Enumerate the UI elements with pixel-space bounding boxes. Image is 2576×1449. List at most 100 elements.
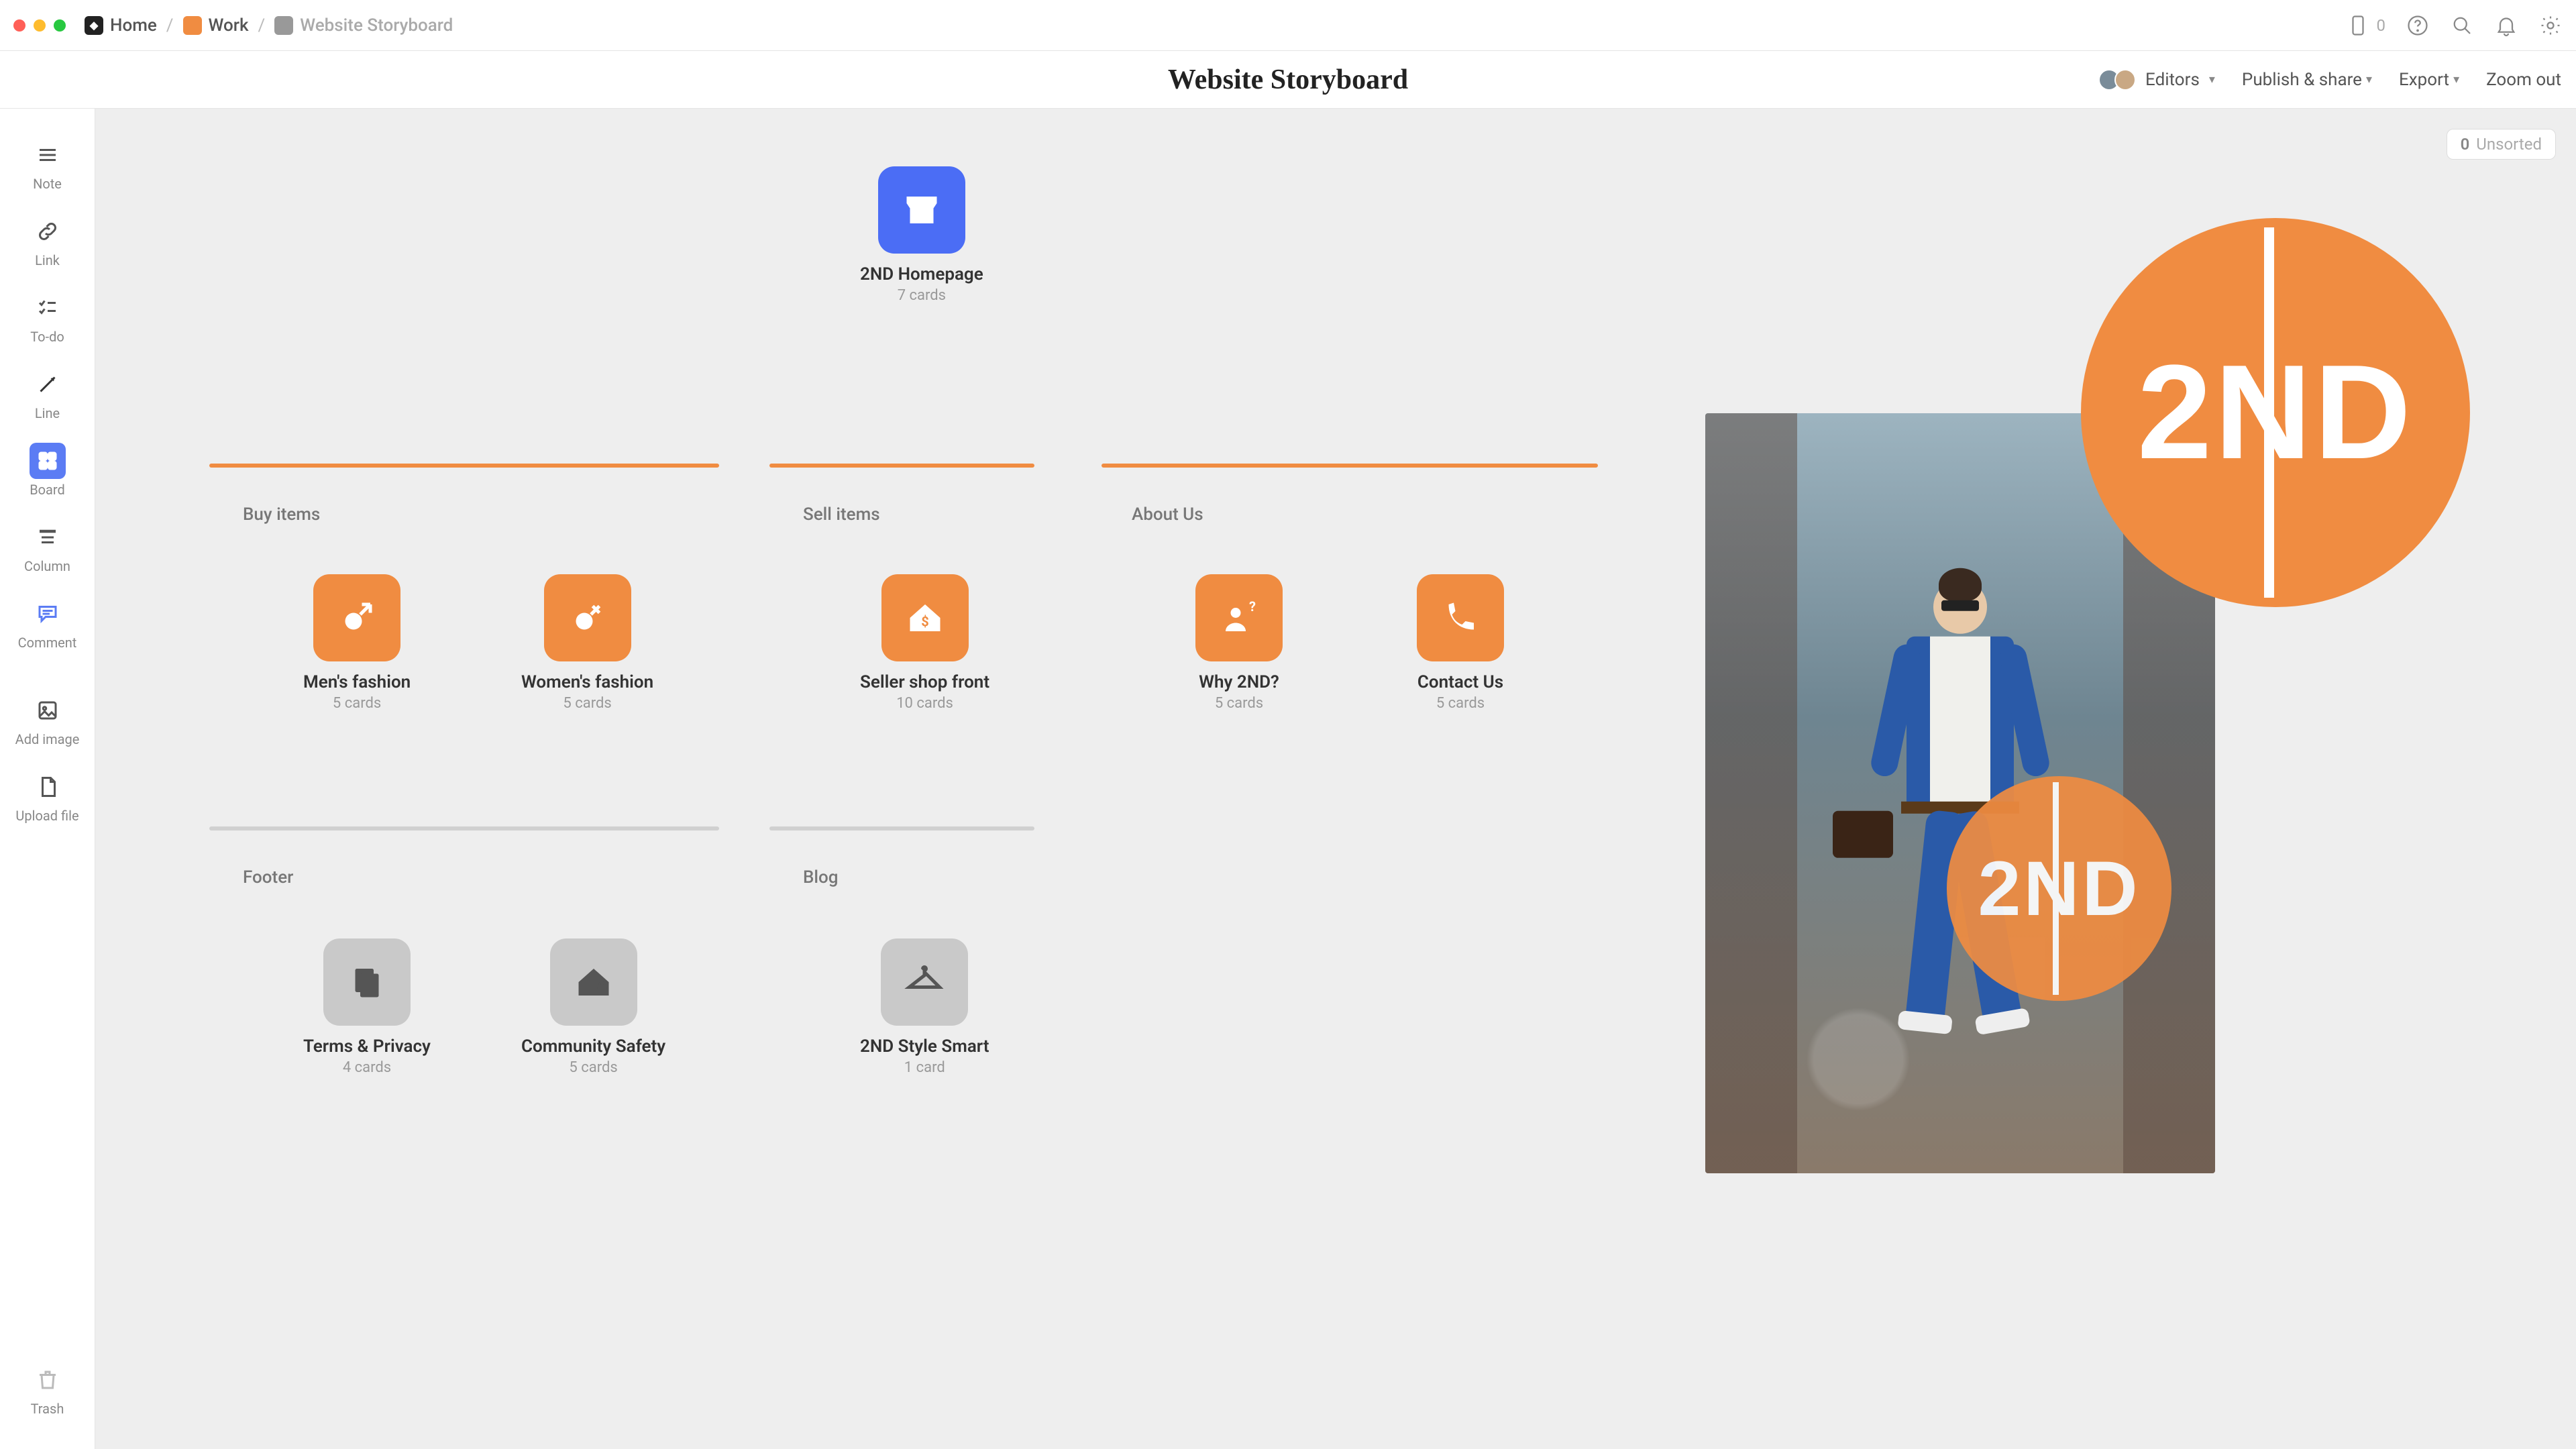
comment-icon: [30, 596, 66, 632]
close-window-button[interactable]: [13, 19, 25, 32]
breadcrumb-page-label: Website Storyboard: [300, 15, 453, 36]
board-seller-shop[interactable]: $ Seller shop front 10 cards: [860, 574, 989, 712]
header-bar: Website Storyboard Editors ▾ Publish & s…: [0, 51, 2576, 109]
board-title: Community Safety: [521, 1036, 665, 1057]
publish-label: Publish & share: [2242, 70, 2362, 90]
board-title: Why 2ND?: [1199, 672, 1279, 692]
traffic-lights: [13, 19, 66, 32]
board-count: 5 cards: [563, 695, 611, 712]
board-count: 5 cards: [569, 1059, 617, 1076]
board-title: Women's fashion: [521, 672, 653, 692]
tool-link-label: Link: [35, 252, 60, 268]
tool-comment[interactable]: Comment: [14, 588, 81, 663]
page-title: Website Storyboard: [1168, 64, 1408, 96]
board-mens-fashion[interactable]: Men's fashion 5 cards: [303, 574, 411, 712]
breadcrumb-work[interactable]: Work: [183, 15, 249, 36]
minimize-window-button[interactable]: [34, 19, 46, 32]
section-buy-label: Buy items: [243, 504, 320, 525]
maximize-window-button[interactable]: [54, 19, 66, 32]
note-icon: [30, 137, 66, 173]
unsorted-label: Unsorted: [2476, 135, 2542, 154]
zoom-out-label: Zoom out: [2486, 70, 2561, 90]
board-title: Men's fashion: [303, 672, 411, 692]
tool-trash[interactable]: Trash: [14, 1354, 81, 1429]
breadcrumb-separator: /: [258, 15, 266, 36]
board-count: 5 cards: [1215, 695, 1263, 712]
board-title: Contact Us: [1417, 672, 1503, 692]
folder-icon: [183, 16, 202, 35]
search-icon[interactable]: [2450, 13, 2474, 38]
brand-logo-small[interactable]: 2ND: [1947, 776, 2171, 1001]
chevron-down-icon: ▾: [2209, 72, 2215, 87]
section-divider: [769, 464, 1034, 468]
tool-upload-file[interactable]: Upload file: [14, 761, 81, 836]
board-terms-privacy[interactable]: Terms & Privacy 4 cards: [303, 938, 431, 1076]
board-why-2nd[interactable]: ? Why 2ND? 5 cards: [1195, 574, 1283, 712]
tool-add-image-label: Add image: [15, 731, 80, 747]
editors-dropdown[interactable]: Editors ▾: [2098, 69, 2215, 91]
tool-trash-label: Trash: [31, 1401, 64, 1417]
tool-link[interactable]: Link: [14, 205, 81, 280]
avatar: [2114, 69, 2136, 91]
export-dropdown[interactable]: Export ▾: [2399, 70, 2459, 90]
male-icon: [313, 574, 400, 661]
board-womens-fashion[interactable]: Women's fashion 5 cards: [521, 574, 653, 712]
section-footer-label: Footer: [243, 867, 293, 888]
storefront-icon: [878, 166, 965, 254]
board-count: 4 cards: [343, 1059, 391, 1076]
documents-icon: [323, 938, 411, 1026]
breadcrumb: ◆ Home / Work / Website Storyboard: [85, 15, 453, 36]
svg-text:$: $: [921, 614, 928, 630]
breadcrumb-page[interactable]: Website Storyboard: [274, 15, 453, 36]
breadcrumb-home[interactable]: ◆ Home: [85, 15, 157, 36]
board-count: 5 cards: [1436, 695, 1485, 712]
tool-board[interactable]: Board: [14, 435, 81, 510]
section-blog-label: Blog: [803, 867, 839, 888]
window-topbar: ◆ Home / Work / Website Storyboard 0: [0, 0, 2576, 51]
export-label: Export: [2399, 70, 2449, 90]
publish-share-dropdown[interactable]: Publish & share ▾: [2242, 70, 2372, 90]
board-title: 2ND Style Smart: [860, 1036, 989, 1057]
house-lock-icon: [550, 938, 637, 1026]
section-sell-label: Sell items: [803, 504, 880, 525]
tool-column[interactable]: Column: [14, 511, 81, 586]
todo-icon: [30, 290, 66, 326]
board-contact-us[interactable]: Contact Us 5 cards: [1417, 574, 1504, 712]
board-count: 5 cards: [333, 695, 381, 712]
canvas[interactable]: 0 Unsorted 2ND Homepage 7 cards Buy item…: [95, 109, 2576, 1449]
board-community-safety[interactable]: Community Safety 5 cards: [521, 938, 665, 1076]
device-count: 0: [2377, 16, 2386, 35]
board-count: 10 cards: [896, 695, 953, 712]
unsorted-count: 0: [2461, 135, 2470, 154]
tool-note-label: Note: [33, 176, 62, 192]
zoom-out-button[interactable]: Zoom out: [2486, 70, 2561, 90]
settings-icon[interactable]: [2538, 13, 2563, 38]
tool-sidebar: Note Link To-do Line Board Column Commen…: [0, 109, 95, 1449]
image-icon: [30, 692, 66, 729]
svg-text:?: ?: [1249, 598, 1256, 614]
board-style-smart[interactable]: 2ND Style Smart 1 card: [860, 938, 989, 1076]
board-homepage[interactable]: 2ND Homepage 7 cards: [860, 166, 983, 304]
section-divider: [209, 826, 719, 830]
device-icon[interactable]: [2346, 13, 2370, 38]
breadcrumb-work-label: Work: [209, 15, 249, 36]
tool-todo-label: To-do: [30, 329, 64, 345]
unsorted-badge[interactable]: 0 Unsorted: [2447, 129, 2556, 160]
board-count: 7 cards: [898, 287, 946, 304]
help-icon[interactable]: [2406, 13, 2430, 38]
board-title: Terms & Privacy: [303, 1036, 431, 1057]
board-title: 2ND Homepage: [860, 264, 983, 284]
board-icon: [30, 443, 66, 479]
tool-add-image[interactable]: Add image: [14, 684, 81, 759]
tool-comment-label: Comment: [18, 635, 77, 651]
person-question-icon: ?: [1195, 574, 1283, 661]
section-divider: [1102, 464, 1598, 468]
brand-logo-large[interactable]: 2ND: [2081, 218, 2470, 607]
house-dollar-icon: $: [881, 574, 969, 661]
file-icon: [30, 769, 66, 805]
tool-line[interactable]: Line: [14, 358, 81, 433]
notifications-icon[interactable]: [2494, 13, 2518, 38]
tool-note[interactable]: Note: [14, 129, 81, 204]
tool-todo[interactable]: To-do: [14, 282, 81, 357]
app-logo-icon: ◆: [85, 16, 103, 35]
